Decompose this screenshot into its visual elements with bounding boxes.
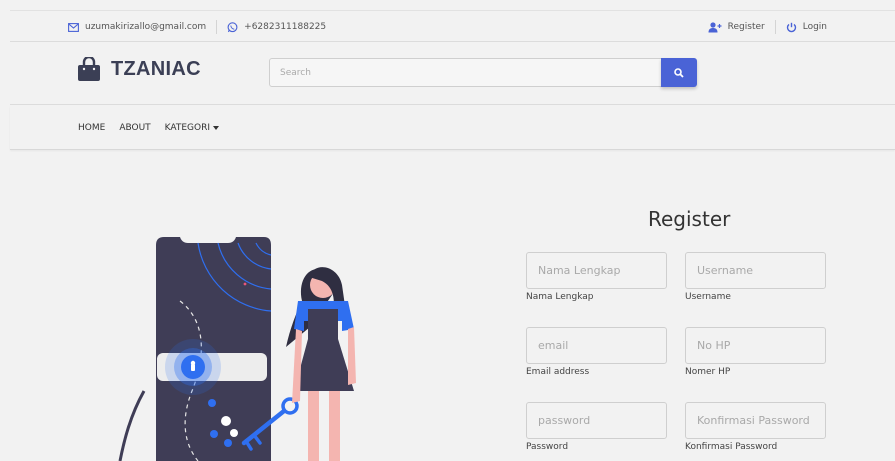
password-label: Password [526,442,569,452]
caret-down-icon [213,126,220,130]
full-name-label: Nama Lengkap [526,292,594,302]
email-input[interactable] [526,327,667,364]
main-nav: HOME ABOUT KATEGORI [10,106,895,150]
search-icon [674,67,684,78]
user-plus-icon [708,21,722,32]
email-text: uzumakirizallo@gmail.com [85,22,207,32]
phone-group: Nomer HP [685,327,826,377]
top-bar: uzumakirizallo@gmail.com +6282311188225 … [10,10,895,42]
power-icon [786,22,796,32]
register-link[interactable]: Register [708,21,765,33]
main-content: Register Nama Lengkap Username Email add… [10,151,895,461]
form-title: Register [648,207,731,231]
nav-item-about[interactable]: ABOUT [119,123,150,133]
search-input[interactable] [269,58,662,87]
phone-input[interactable] [685,327,826,364]
brand-logo[interactable]: TZANIAC [77,57,201,82]
password-group: Password [526,402,667,452]
register-illustration [118,237,356,461]
login-link[interactable]: Login [786,22,827,33]
divider [774,20,776,34]
confirm-password-label: Konfirmasi Password [685,442,778,452]
brand-name: TZANIAC [111,58,201,80]
login-link-label: Login [802,22,827,32]
register-link-label: Register [727,22,765,32]
phone-text: +6282311188225 [244,22,327,32]
phone-contact[interactable]: +6282311188225 [227,21,327,33]
email-label: Email address [526,367,590,377]
whatsapp-icon [227,21,238,32]
email-contact[interactable]: uzumakirizallo@gmail.com [68,22,206,32]
full-name-input[interactable] [526,252,667,289]
search-button[interactable] [661,58,697,87]
username-label: Username [685,292,731,302]
contact-info: uzumakirizallo@gmail.com +6282311188225 [68,11,326,43]
password-input[interactable] [526,402,667,439]
divider [216,20,218,34]
email-group: Email address [526,327,667,377]
auth-links: Register Login [708,11,827,43]
full-name-group: Nama Lengkap [526,252,667,302]
username-input[interactable] [685,252,826,289]
confirm-password-input[interactable] [685,402,826,439]
phone-label: Nomer HP [685,367,731,377]
nav-item-kategori[interactable]: KATEGORI [165,123,220,133]
confirm-password-group: Konfirmasi Password [685,402,826,452]
nav-item-home[interactable]: HOME [78,123,105,133]
shopping-bag-icon [78,57,100,81]
site-header: TZANIAC [10,43,895,105]
username-group: Username [685,252,826,302]
mail-icon [68,22,79,32]
